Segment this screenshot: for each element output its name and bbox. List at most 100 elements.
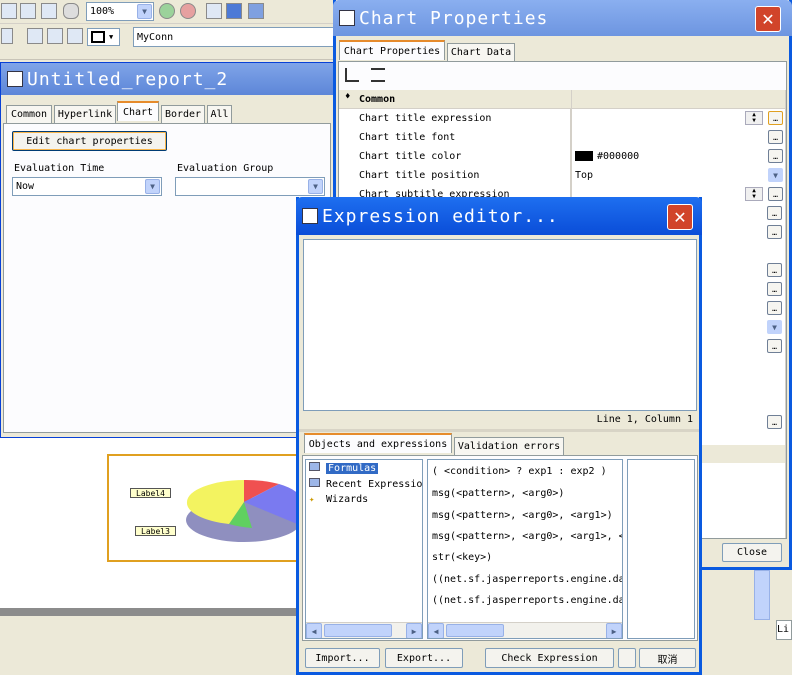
ellipsis-button[interactable]: … xyxy=(767,415,782,429)
report-title-bar[interactable]: Untitled_report_2 xyxy=(1,63,334,95)
label4-badge[interactable]: Label4 xyxy=(130,488,171,498)
object-tree[interactable]: Formulas Recent Expressions ✦ Wizards ◀ … xyxy=(305,459,423,639)
chart-properties-title-bar[interactable]: Chart Properties xyxy=(333,0,792,36)
tab-chart[interactable]: Chart xyxy=(117,101,159,121)
cancel-button[interactable]: 取消 xyxy=(639,648,696,668)
property-row[interactable]: Chart title expression ▲ ▼ … xyxy=(339,109,785,128)
ellipsis-button[interactable]: … xyxy=(768,187,783,201)
expression-item[interactable]: msg(<pattern>, <arg0>, <arg1>) xyxy=(432,510,613,521)
background-tab[interactable]: Li xyxy=(776,620,792,640)
ellipsis-button[interactable]: … xyxy=(767,301,782,315)
arguments-list[interactable] xyxy=(627,459,695,639)
scroll-thumb[interactable] xyxy=(324,624,392,637)
property-row[interactable]: Chart title color #000000 … xyxy=(339,147,785,166)
evaluation-time-select[interactable]: Now ▼ xyxy=(12,177,162,196)
canvas-shadow xyxy=(0,608,300,616)
zoom-select[interactable]: 100% ▼ xyxy=(86,2,154,21)
expression-item[interactable]: msg(<pattern>, <arg0>) xyxy=(432,488,564,499)
ok-button[interactable] xyxy=(618,648,636,668)
expression-item[interactable]: ((net.sf.jasperreports.engine.data xyxy=(432,574,622,585)
close-icon[interactable]: ✕ xyxy=(755,6,781,32)
color-swatch xyxy=(575,151,593,161)
property-row[interactable]: Chart title position Top ▼ xyxy=(339,166,785,185)
tab-chart-data[interactable]: Chart Data xyxy=(447,43,515,61)
app-icon xyxy=(339,10,355,26)
chevron-down-icon[interactable]: ▼ xyxy=(145,179,160,194)
ellipsis-button[interactable]: … xyxy=(768,130,783,144)
scroll-left-icon[interactable]: ◀ xyxy=(428,623,444,638)
pie-chart-preview xyxy=(186,479,303,542)
align-center-icon[interactable] xyxy=(47,28,63,44)
sort-alphabetical-icon[interactable] xyxy=(371,68,385,82)
expression-scrollbar[interactable]: ◀ ▶ xyxy=(428,622,622,638)
scroll-right-icon[interactable]: ▶ xyxy=(406,623,422,638)
sort-categorized-icon[interactable] xyxy=(345,68,359,82)
chevron-down-icon[interactable]: ▼ xyxy=(137,4,152,19)
tab-hyperlink[interactable]: Hyperlink xyxy=(54,105,116,123)
export-button[interactable]: Export... xyxy=(385,648,463,668)
chart-properties-title: Chart Properties xyxy=(359,7,549,29)
tree-item-formulas[interactable]: Formulas xyxy=(309,462,379,474)
align-right-icon[interactable] xyxy=(67,28,83,44)
spinner-icon[interactable]: ▲ ▼ xyxy=(745,111,763,125)
editor-divider xyxy=(299,429,699,432)
tree-icon[interactable] xyxy=(41,3,57,19)
expression-list[interactable]: ( <condition> ? exp1 : exp2 ) msg(<patte… xyxy=(427,459,623,639)
chevron-down-icon[interactable]: ▼ xyxy=(109,33,113,41)
window-icon[interactable] xyxy=(20,3,36,19)
ellipsis-button[interactable]: … xyxy=(767,339,782,353)
check-expression-button[interactable]: Check Expression xyxy=(485,648,614,668)
zoom-in-icon[interactable] xyxy=(159,3,175,19)
chart-element[interactable] xyxy=(107,454,303,562)
ellipsis-button[interactable]: … xyxy=(767,282,782,296)
settings-icon[interactable] xyxy=(206,3,222,19)
scroll-thumb[interactable] xyxy=(446,624,504,637)
expression-item[interactable]: ((net.sf.jasperreports.engine.data xyxy=(432,595,622,606)
tree-item-recent-expressions[interactable]: Recent Expressions xyxy=(309,478,422,490)
grid-icon[interactable] xyxy=(1,3,17,19)
close-icon[interactable]: ✕ xyxy=(667,204,693,230)
property-row[interactable]: Chart title font … xyxy=(339,128,785,147)
tab-validation-errors[interactable]: Validation errors xyxy=(454,437,564,455)
tab-objects-and-expressions[interactable]: Objects and expressions xyxy=(304,433,452,453)
ellipsis-button[interactable]: … xyxy=(767,263,782,277)
run-db-icon[interactable] xyxy=(248,3,264,19)
ellipsis-button[interactable]: … xyxy=(767,206,782,220)
chevron-down-icon[interactable]: ▼ xyxy=(767,320,782,334)
tab-chart-properties[interactable]: Chart Properties xyxy=(339,40,445,60)
spinner-icon[interactable]: ▲ ▼ xyxy=(745,187,763,201)
zoom-out-icon[interactable] xyxy=(180,3,196,19)
edit-chart-properties-button[interactable]: Edit chart properties xyxy=(12,131,167,151)
tree-item-wizards[interactable]: ✦ Wizards xyxy=(309,494,368,505)
chevron-down-icon[interactable]: ▼ xyxy=(768,168,783,182)
border-select[interactable]: ▼ xyxy=(87,28,120,46)
evaluation-group-select[interactable]: ▼ xyxy=(175,177,325,196)
database-icon[interactable] xyxy=(63,3,79,19)
expression-item[interactable]: str(<key>) xyxy=(432,552,492,563)
close-button[interactable]: Close xyxy=(722,543,782,562)
scroll-left-icon[interactable]: ◀ xyxy=(306,623,322,638)
run-icon[interactable] xyxy=(226,3,242,19)
tab-all[interactable]: All xyxy=(207,105,232,123)
chevron-down-icon[interactable]: ▼ xyxy=(308,179,323,194)
tab-common[interactable]: Common xyxy=(6,105,52,123)
expression-editor-dialog: Expression editor... ✕ Line 1, Column 1 … xyxy=(296,197,702,675)
tree-scrollbar[interactable]: ◀ ▶ xyxy=(306,622,422,638)
app-icon xyxy=(7,71,23,87)
ellipsis-button[interactable]: … xyxy=(767,225,782,239)
ruler-strip xyxy=(0,50,335,60)
expression-item[interactable]: ( <condition> ? exp1 : exp2 ) xyxy=(432,466,607,477)
tab-border[interactable]: Border xyxy=(161,105,205,123)
ellipsis-button[interactable]: … xyxy=(768,111,783,125)
align-left-icon[interactable] xyxy=(27,28,43,44)
ellipsis-button[interactable]: … xyxy=(768,149,783,163)
expression-item[interactable]: msg(<pattern>, <arg0>, <arg1>, <arg2>) xyxy=(432,531,622,542)
align-justify-icon[interactable] xyxy=(1,28,13,44)
import-button[interactable]: Import... xyxy=(305,648,380,668)
expression-textarea[interactable] xyxy=(303,239,697,411)
connection-select[interactable]: MyConn xyxy=(133,27,335,47)
background-scrollbar[interactable] xyxy=(754,570,770,620)
scroll-right-icon[interactable]: ▶ xyxy=(606,623,622,638)
label3-badge[interactable]: Label3 xyxy=(135,526,176,536)
expression-editor-title-bar[interactable]: Expression editor... xyxy=(296,197,702,235)
